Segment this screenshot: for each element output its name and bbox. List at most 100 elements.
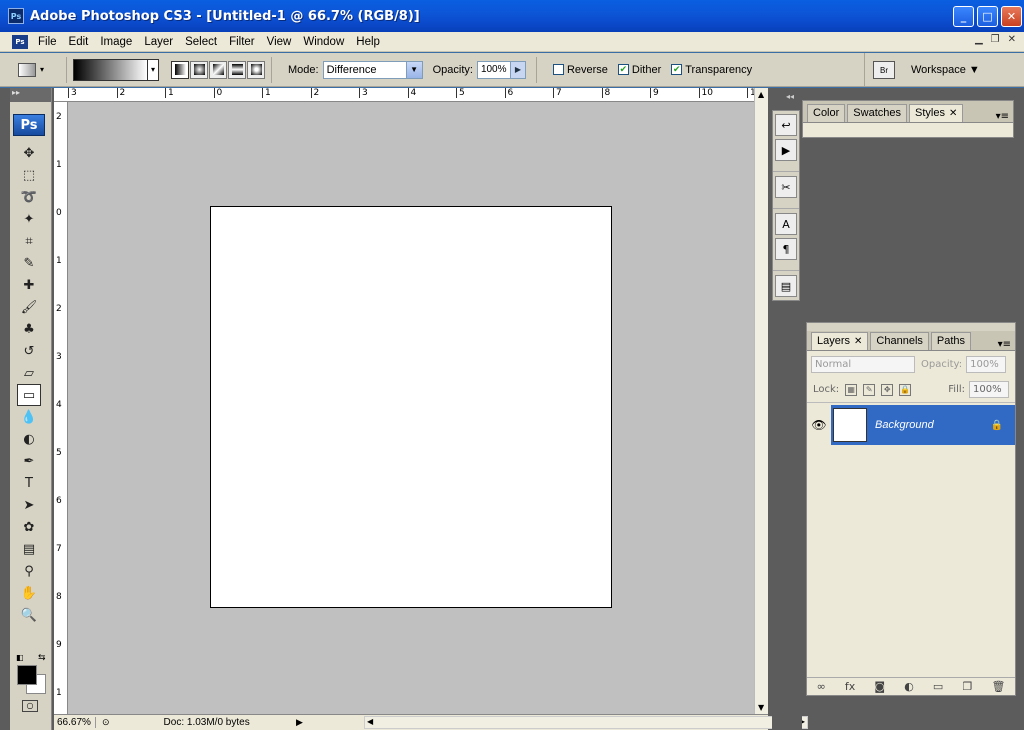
- eraser-tool-icon[interactable]: ▱: [17, 362, 41, 384]
- actions-panel-icon[interactable]: ▶: [775, 139, 797, 161]
- hand-tool-icon[interactable]: ✋: [17, 582, 41, 604]
- lasso-tool-icon[interactable]: ➰: [17, 186, 41, 208]
- new-layer-icon[interactable]: ❐: [962, 680, 972, 693]
- vertical-scrollbar[interactable]: ▲ ▼: [754, 88, 768, 714]
- doc-minimize-icon[interactable]: ▁: [975, 34, 983, 45]
- layers-panel-header[interactable]: [807, 323, 1015, 331]
- menu-file[interactable]: File: [32, 36, 63, 48]
- layer-style-icon[interactable]: fx: [845, 680, 855, 693]
- gradient-picker[interactable]: ▾: [73, 58, 159, 81]
- panel-menu-icon[interactable]: ▾≡: [998, 339, 1011, 350]
- crop-tool-icon[interactable]: ⌗: [17, 230, 41, 252]
- layer-row-background[interactable]: Background 🔒: [831, 405, 1015, 445]
- layer-opacity-input[interactable]: 100%: [966, 355, 1007, 373]
- layer-mask-icon[interactable]: ◙: [874, 680, 885, 693]
- zoom-field[interactable]: 66.67%: [54, 717, 96, 728]
- menu-image[interactable]: Image: [94, 36, 138, 48]
- magic-wand-tool-icon[interactable]: ✦: [17, 208, 41, 230]
- reflected-gradient-button[interactable]: [228, 60, 246, 79]
- menu-help[interactable]: Help: [350, 36, 386, 48]
- new-group-icon[interactable]: ▭: [933, 680, 943, 693]
- delete-layer-icon[interactable]: 🗑: [991, 680, 1005, 693]
- tools-panel-header[interactable]: ▸▸: [10, 88, 51, 102]
- character-panel-icon[interactable]: A: [775, 213, 797, 235]
- foreground-color-swatch[interactable]: [17, 665, 37, 685]
- eyedropper-tool-icon[interactable]: ⚲: [17, 560, 41, 582]
- blend-mode-select[interactable]: Normal: [811, 355, 915, 373]
- slice-tool-icon[interactable]: ✎: [17, 252, 41, 274]
- zoom-tool-icon[interactable]: 🔍: [17, 604, 41, 626]
- scroll-down-icon[interactable]: ▼: [758, 703, 764, 712]
- panel-menu-icon[interactable]: ▾≡: [996, 111, 1009, 122]
- tab-channels[interactable]: Channels: [870, 332, 929, 350]
- link-layers-icon[interactable]: ∞: [817, 680, 826, 693]
- marquee-tool-icon[interactable]: ⬚: [17, 164, 41, 186]
- radial-gradient-button[interactable]: [190, 60, 208, 79]
- menu-edit[interactable]: Edit: [63, 36, 95, 48]
- workspace-button[interactable]: Workspace ▼: [911, 64, 980, 76]
- clone-stamp-tool-icon[interactable]: ♣: [17, 318, 41, 340]
- opacity-input[interactable]: 100%: [476, 60, 511, 79]
- minimize-button[interactable]: _: [953, 6, 974, 27]
- close-icon[interactable]: ✕: [854, 336, 862, 347]
- photoshop-app-icon[interactable]: Ps: [8, 8, 24, 24]
- tab-layers[interactable]: Layers ✕: [811, 332, 869, 350]
- scroll-up-icon[interactable]: ▲: [758, 90, 764, 99]
- shape-tool-icon[interactable]: ✿: [17, 516, 41, 538]
- layer-comps-panel-icon[interactable]: ▤: [775, 275, 797, 297]
- scroll-left-icon[interactable]: ◀: [367, 717, 373, 726]
- tab-swatches[interactable]: Swatches: [847, 104, 907, 122]
- healing-brush-tool-icon[interactable]: ✚: [17, 274, 41, 296]
- brush-tool-icon[interactable]: 🖌: [17, 296, 41, 318]
- angle-gradient-button[interactable]: [209, 60, 227, 79]
- mode-select[interactable]: Difference ▼: [322, 60, 423, 79]
- document-icon[interactable]: Ps: [12, 34, 28, 49]
- status-info-icon[interactable]: ⊙: [102, 717, 110, 728]
- menu-window[interactable]: Window: [297, 36, 350, 48]
- pen-tool-icon[interactable]: ✒: [17, 450, 41, 472]
- gradient-swatch[interactable]: [74, 59, 147, 80]
- swap-colors-icon[interactable]: ⇆: [38, 653, 46, 663]
- lock-all-icon[interactable]: 🔒: [899, 383, 912, 396]
- tab-styles[interactable]: Styles ✕: [909, 104, 964, 122]
- lock-transparency-icon[interactable]: ▦: [845, 383, 858, 396]
- transparency-checkbox[interactable]: ✔ Transparency: [671, 64, 752, 76]
- type-tool-icon[interactable]: T: [17, 472, 41, 494]
- photoshop-logo[interactable]: Ps: [13, 114, 45, 136]
- blur-tool-icon[interactable]: 💧: [17, 406, 41, 428]
- opacity-slider-arrow-icon[interactable]: ▶: [510, 60, 526, 79]
- chevron-down-icon[interactable]: ▾: [147, 59, 158, 80]
- gradient-tool-icon[interactable]: ▭: [17, 384, 41, 406]
- lock-pixels-icon[interactable]: ✎: [863, 383, 876, 396]
- tab-paths[interactable]: Paths: [930, 332, 972, 350]
- doc-close-icon[interactable]: ✕: [1008, 34, 1016, 45]
- tab-color[interactable]: Color: [807, 104, 846, 122]
- bridge-icon[interactable]: Br: [873, 61, 895, 79]
- dither-checkbox[interactable]: ✔ Dither: [617, 64, 661, 76]
- fill-input[interactable]: 100%: [969, 381, 1009, 398]
- menu-select[interactable]: Select: [179, 36, 223, 48]
- menu-layer[interactable]: Layer: [138, 36, 179, 48]
- reverse-checkbox-box[interactable]: [552, 64, 564, 75]
- horizontal-scrollbar[interactable]: ◀ ▶: [364, 716, 808, 729]
- maximize-button[interactable]: □: [977, 6, 998, 27]
- history-brush-tool-icon[interactable]: ↺: [17, 340, 41, 362]
- move-tool-icon[interactable]: ✥: [17, 142, 41, 164]
- close-button[interactable]: ✕: [1001, 6, 1022, 27]
- default-colors-icon[interactable]: ◧: [16, 653, 24, 662]
- close-icon[interactable]: ✕: [949, 108, 957, 119]
- history-panel-icon[interactable]: ↩: [775, 114, 797, 136]
- menu-filter[interactable]: Filter: [223, 36, 261, 48]
- quick-mask-icon[interactable]: ○: [22, 700, 38, 712]
- tool-preset-picker[interactable]: ▾: [18, 59, 60, 81]
- reverse-checkbox[interactable]: Reverse: [552, 64, 608, 76]
- status-menu-arrow-icon[interactable]: ▶: [296, 717, 303, 728]
- document-canvas[interactable]: [210, 206, 612, 608]
- menu-view[interactable]: View: [261, 36, 298, 48]
- adjustment-layer-icon[interactable]: ◐: [904, 680, 914, 693]
- dock-collapse-icon[interactable]: ◂◂: [772, 88, 802, 101]
- diamond-gradient-button[interactable]: [247, 60, 265, 79]
- lock-position-icon[interactable]: ✥: [881, 383, 894, 396]
- dither-checkbox-box[interactable]: ✔: [617, 64, 629, 75]
- eye-icon[interactable]: 👁: [809, 405, 829, 445]
